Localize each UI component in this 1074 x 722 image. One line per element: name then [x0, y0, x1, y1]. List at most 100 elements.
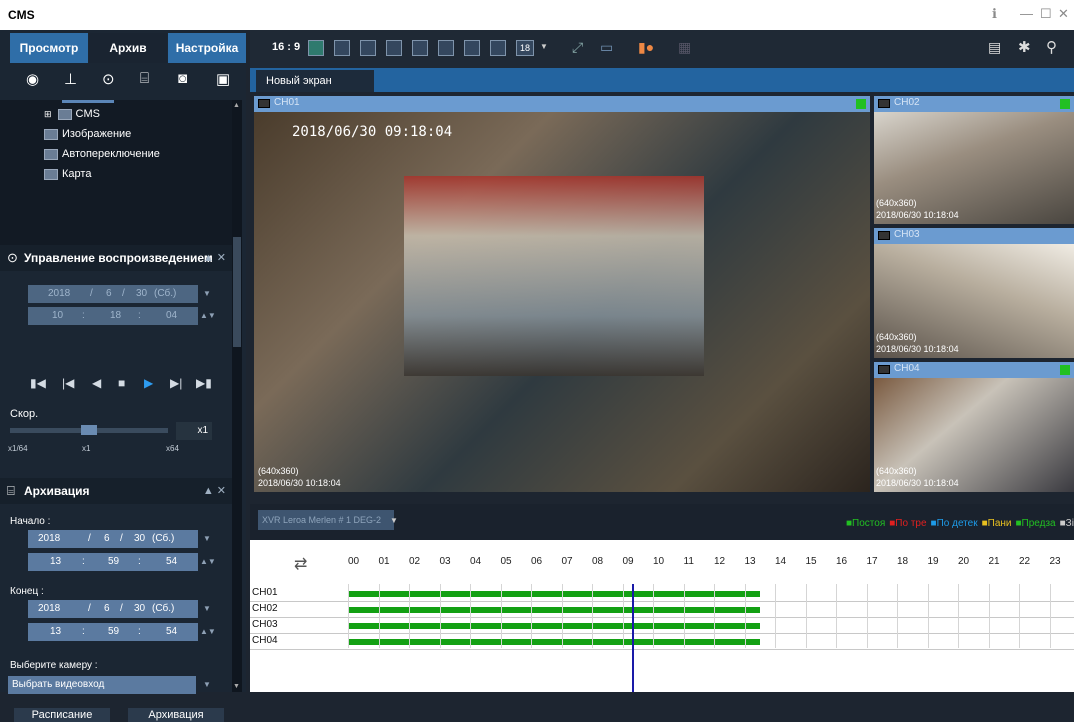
info-icon[interactable]: ℹ	[992, 6, 997, 22]
display-icon[interactable]: ▣	[216, 70, 230, 88]
hour-label: 05	[500, 556, 512, 567]
end-date-dropdown-icon[interactable]: ▼	[200, 600, 214, 618]
close-icon[interactable]: ✕	[1058, 6, 1069, 22]
computer-icon[interactable]: ⊥	[64, 70, 77, 88]
layout-8-icon[interactable]	[438, 40, 454, 56]
stop-icon[interactable]: ■	[118, 376, 125, 390]
date-dropdown-icon[interactable]: ▼	[200, 285, 214, 303]
device-tree: ⊞ CMS Изображение Автопереключение Карта	[0, 100, 232, 268]
tab-settings[interactable]: Настройка	[168, 33, 246, 63]
timeline-row[interactable]: CH03	[250, 618, 1074, 634]
playback-title: Управление воспроизведением	[24, 251, 213, 265]
step-back-icon[interactable]: |◀	[62, 376, 74, 390]
step-forward-icon[interactable]: ▶|	[170, 376, 182, 390]
timeline[interactable]: ⇄ 00 01 02 03 04 05 06 07 08 09 10 11 12 13 14 15 16 17 18…	[250, 540, 1074, 692]
video-ch02[interactable]: CH02 (640x360) 2018/06/30 10:18:04	[874, 96, 1074, 224]
video-ch03[interactable]: CH03 (640x360) 2018/06/30 10:18:04	[874, 228, 1074, 358]
eye-icon[interactable]: ◉	[26, 70, 39, 88]
play-forward-icon[interactable]: ▶	[144, 376, 153, 390]
start-time-spinner-icon[interactable]: ▲▼	[200, 553, 216, 571]
legend-other[interactable]: ■Зі	[1060, 518, 1074, 529]
tree-item-image[interactable]: Изображение	[44, 126, 131, 142]
layout-3-icon[interactable]	[360, 40, 376, 56]
video-ch01[interactable]: CH01 2018/06/30 09:18:04 (640x360) 2018/…	[254, 96, 870, 492]
playback-time-field[interactable]: 10 : 18 : 04	[28, 307, 198, 325]
legend-continuous[interactable]: ■Постоя	[846, 518, 887, 529]
tab-new-screen[interactable]: Новый экран	[256, 70, 374, 92]
ch01-osd-timestamp: 2018/06/30 09:18:04	[292, 124, 453, 140]
timeline-row[interactable]: CH01	[250, 586, 1074, 602]
legend-motion[interactable]: ■По детек	[931, 518, 980, 529]
device-dropdown-icon[interactable]: ▼	[390, 516, 398, 525]
legend-panic[interactable]: ■Пани	[982, 518, 1014, 529]
ch04-header: CH04	[874, 362, 1074, 378]
tree-item-autoswitch[interactable]: Автопереключение	[44, 146, 160, 162]
timeline-row-label: CH02	[252, 603, 278, 614]
archive-icon[interactable]: ⌸	[140, 70, 149, 87]
start-time-field[interactable]: 13 : 59 : 54	[28, 553, 198, 571]
minimize-icon[interactable]: —	[1020, 6, 1033, 21]
aspect-ratio-button[interactable]: 16 : 9	[272, 41, 300, 53]
end-time-spinner-icon[interactable]: ▲▼	[200, 623, 216, 641]
camera-select[interactable]: Выбрать видеовход	[8, 676, 196, 694]
playback-header[interactable]: ⊙ Управление воспроизведением ▲ ✕	[0, 245, 232, 271]
hour-label: 07	[561, 556, 573, 567]
keyboard-icon[interactable]: ▤	[988, 39, 1001, 56]
legend-alarm[interactable]: ■По тре	[889, 518, 928, 529]
timeline-row[interactable]: CH02	[250, 602, 1074, 618]
hour-gridline	[500, 584, 502, 648]
archive-collapse-close-icon[interactable]: ▲ ✕	[203, 484, 226, 497]
collapse-icon[interactable]: ⊞	[44, 109, 52, 119]
legend-prealarm[interactable]: ■Предза	[1015, 518, 1057, 529]
layout-6-icon[interactable]	[412, 40, 428, 56]
timeline-row[interactable]: CH04	[250, 634, 1074, 650]
start-date-field[interactable]: 2018 / 6 / 30 (Сб.)	[28, 530, 198, 548]
speed-slider[interactable]	[10, 425, 168, 435]
end-date-field[interactable]: 2018 / 6 / 30 (Сб.)	[28, 600, 198, 618]
camera-settings-icon[interactable]: ◙	[178, 70, 187, 87]
hour-label: 08	[592, 556, 604, 567]
left-panel-scrollbar[interactable]: ▼	[232, 235, 242, 692]
search-icon[interactable]: ⚲	[1046, 38, 1057, 56]
tree-item-map[interactable]: Карта	[44, 166, 91, 182]
schedule-button[interactable]: Расписание	[14, 708, 110, 722]
timeline-row-label: CH01	[252, 587, 278, 598]
play-icon[interactable]: ⊙	[102, 70, 115, 88]
gear-icon[interactable]: ✱	[1018, 38, 1031, 56]
tab-archive[interactable]: Архив	[89, 33, 167, 63]
last-frame-icon[interactable]: ▶▮	[196, 376, 212, 390]
device-select[interactable]: XVR Leroa Merlen # 1 DEG-2	[258, 510, 394, 530]
archive-button[interactable]: Архивация	[128, 708, 224, 722]
tree-scroll-marker	[62, 100, 114, 103]
tab-view[interactable]: Просмотр	[10, 33, 88, 63]
collapse-close-icon[interactable]: ▲ ✕	[203, 251, 226, 264]
grid-off-icon[interactable]: ▦	[678, 39, 691, 56]
hour-label: 03	[439, 556, 451, 567]
first-frame-icon[interactable]: ▮◀	[30, 376, 46, 390]
playback-date-field[interactable]: 2018 / 6 / 30 (Сб.)	[28, 285, 198, 303]
layout-count-button[interactable]: 18	[516, 40, 534, 56]
record-icon[interactable]: ▮●	[638, 39, 654, 56]
layout-4-icon[interactable]	[386, 40, 402, 56]
monitor-icon[interactable]: ▭	[600, 39, 613, 56]
video-ch04[interactable]: CH04 (640x360) 2018/06/30 10:18:04	[874, 362, 1074, 492]
tree-item-cms[interactable]: ⊞ CMS	[44, 106, 100, 122]
end-time-field[interactable]: 13 : 59 : 54	[28, 623, 198, 641]
camera-dropdown-icon[interactable]: ▼	[200, 676, 214, 694]
layout-2-icon[interactable]	[334, 40, 350, 56]
refresh-icon[interactable]: ⇄	[294, 554, 307, 574]
time-spinner-icon[interactable]: ▲▼	[200, 307, 216, 325]
layout-dropdown-icon[interactable]: ▼	[540, 42, 548, 51]
start-date-dropdown-icon[interactable]: ▼	[200, 530, 214, 548]
layout-9-icon[interactable]	[464, 40, 480, 56]
fullscreen-icon[interactable]: ⤢	[572, 39, 583, 56]
maximize-icon[interactable]: ☐	[1040, 6, 1052, 22]
speed-slider-knob[interactable]	[81, 425, 97, 435]
layout-1-icon[interactable]	[308, 40, 324, 56]
image-icon	[44, 128, 58, 140]
playback-cursor[interactable]	[631, 584, 634, 692]
layout-16-icon[interactable]	[490, 40, 506, 56]
reverse-icon[interactable]: ◀	[92, 376, 101, 390]
archive-header[interactable]: ⌸ Архивация ▲ ✕	[0, 478, 232, 504]
speed-min-label: x1/64	[8, 444, 28, 453]
